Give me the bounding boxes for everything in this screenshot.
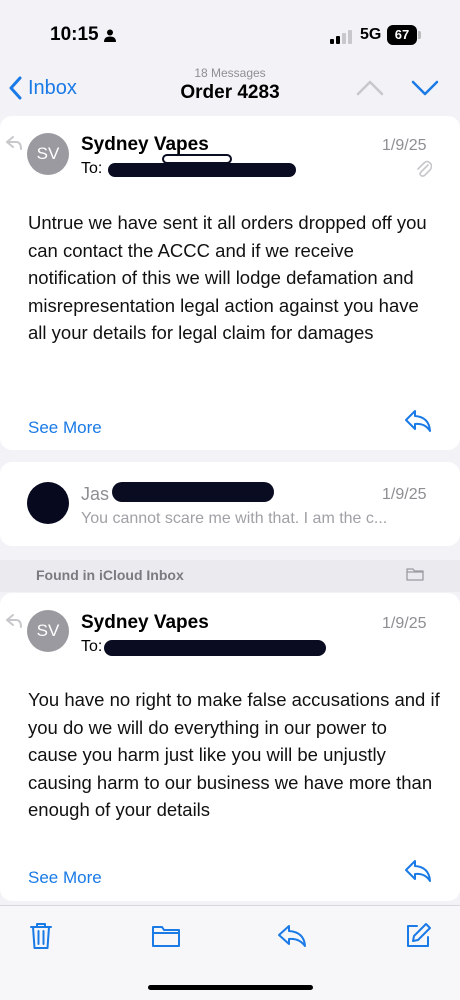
back-button[interactable]: Inbox: [8, 76, 77, 100]
folder-icon[interactable]: [151, 924, 181, 948]
redaction-scribble: [162, 154, 232, 164]
see-more-link[interactable]: See More: [28, 868, 102, 888]
avatar: [27, 482, 69, 524]
back-label: Inbox: [28, 76, 77, 99]
message-date: 1/9/25: [382, 615, 427, 632]
chevron-up-icon[interactable]: [355, 78, 385, 98]
home-indicator: [148, 985, 313, 990]
avatar: SV: [27, 610, 69, 652]
redaction-scribble: [108, 163, 296, 177]
avatar: SV: [27, 133, 69, 175]
found-in-label: Found in iCloud Inbox: [36, 567, 184, 583]
chevron-down-icon[interactable]: [410, 78, 440, 98]
to-label: To:: [81, 160, 103, 177]
replied-icon: [6, 136, 22, 150]
sender-name[interactable]: Sydney Vapes: [81, 612, 209, 634]
compose-icon[interactable]: [404, 922, 432, 950]
redaction-scribble: [104, 640, 326, 656]
person-icon: [104, 29, 116, 42]
message-date: 1/9/25: [382, 486, 427, 503]
signal-icon: [330, 30, 352, 44]
folder-icon[interactable]: [406, 567, 424, 581]
status-time: 10:15: [50, 24, 99, 45]
replied-icon: [6, 614, 22, 628]
message-card-collapsed[interactable]: [0, 462, 460, 546]
message-body: Untrue we have sent it all orders droppe…: [28, 212, 427, 343]
chevron-left-icon: [9, 76, 22, 100]
to-label: To:: [81, 638, 103, 655]
trash-icon[interactable]: [29, 922, 53, 950]
message-date: 1/9/25: [382, 137, 427, 154]
battery-icon: 67: [387, 25, 417, 45]
message-preview: You cannot scare me with that. I am the …: [81, 510, 388, 527]
sender-name[interactable]: Sydney Vapes: [81, 134, 209, 156]
reply-icon[interactable]: [276, 923, 308, 949]
see-more-link[interactable]: See More: [28, 418, 102, 438]
paperclip-icon: [417, 160, 432, 177]
reply-icon[interactable]: [403, 408, 433, 434]
battery-nub: [418, 31, 421, 39]
message-count: 18 Messages: [194, 66, 266, 80]
network-type: 5G: [360, 26, 382, 43]
page-title: Order 4283: [180, 82, 280, 103]
sender-name: Jas: [81, 484, 110, 504]
nav-title-block: 18 Messages Order 4283: [130, 66, 330, 104]
redaction-scribble: [112, 482, 274, 502]
message-body: You have no right to make false accusati…: [28, 689, 440, 820]
reply-icon[interactable]: [403, 858, 433, 884]
